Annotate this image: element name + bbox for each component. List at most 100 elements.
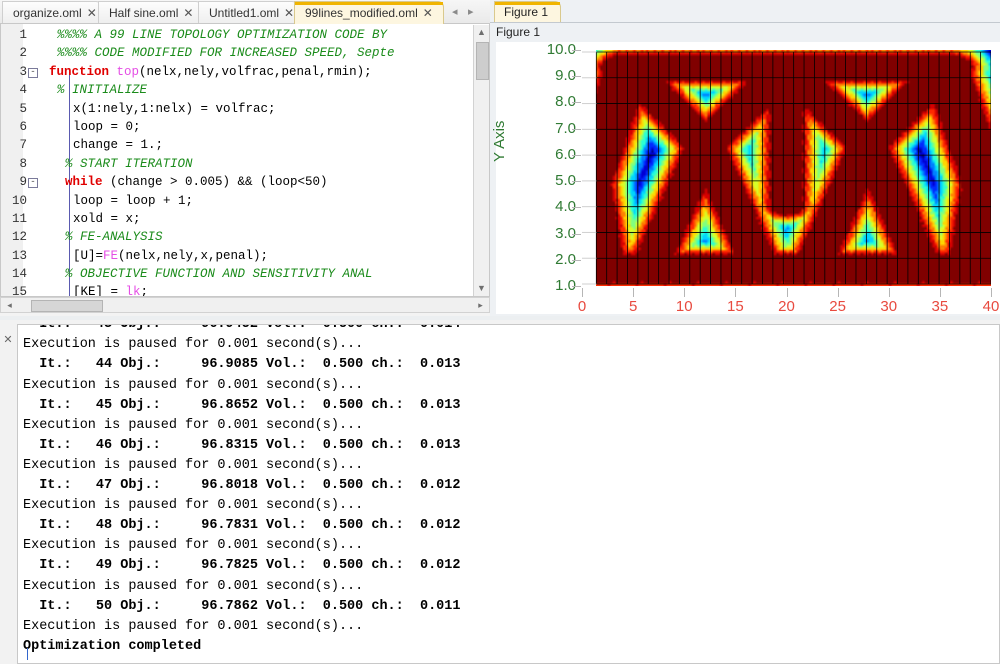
code-line[interactable]: 10 loop = loop + 1; xyxy=(1,192,471,210)
console-line: It.: 47 Obj.: 96.8018 Vol.: 0.500 ch.: 0… xyxy=(23,478,461,494)
code-line[interactable]: 13 [U]=FE(nelx,nely,x,penal); xyxy=(1,247,471,265)
code-line[interactable]: 9- while (change > 0.005) && (loop<50) xyxy=(1,173,471,191)
line-number: 10 xyxy=(11,193,27,208)
y-tick-label: 3.0 xyxy=(555,224,576,242)
code-text: [KE] = lk; xyxy=(73,283,149,297)
close-icon[interactable]: ✕ xyxy=(2,334,14,346)
y-tick-mark xyxy=(572,154,581,156)
console-line: Execution is paused for 0.001 second(s).… xyxy=(23,377,364,393)
y-tick-label: 7.0 xyxy=(555,119,576,137)
code-text: [U]=FE(nelx,nely,x,penal); xyxy=(73,247,268,265)
tab-nav-arrows[interactable]: ◂ ▸ xyxy=(448,3,486,21)
code-token: top xyxy=(116,64,140,79)
console-caret xyxy=(27,648,28,660)
code-text: % INITIALIZE xyxy=(57,81,147,99)
x-tick-label: 10 xyxy=(675,298,693,315)
console-line: Execution is paused for 0.001 second(s).… xyxy=(23,618,364,634)
code-line[interactable]: 4 % INITIALIZE xyxy=(1,81,471,99)
code-line[interactable]: 1 %%%% A 99 LINE TOPOLOGY OPTIMIZATION CO… xyxy=(1,26,471,44)
line-number: 9 xyxy=(19,175,27,190)
editor-tab-2[interactable]: Untitled1.oml ✕ xyxy=(198,1,298,24)
scroll-right-icon[interactable]: ▸ xyxy=(473,298,488,312)
code-token: loop = 0; xyxy=(73,119,141,134)
code-line[interactable]: 15 [KE] = lk; xyxy=(1,283,471,297)
console-line: Execution is paused for 0.001 second(s).… xyxy=(23,498,364,514)
code-token: % INITIALIZE xyxy=(57,83,148,98)
line-number: 11 xyxy=(11,211,27,226)
vertical-scroll-thumb[interactable] xyxy=(476,42,489,80)
close-icon[interactable]: ✕ xyxy=(87,2,97,24)
code-line[interactable]: 12 % FE-ANALYSIS xyxy=(1,228,471,246)
code-token: [KE] = xyxy=(73,285,126,297)
line-number: 7 xyxy=(19,138,27,153)
code-text: % OBJECTIVE FUNCTION AND SENSITIVITY ANA… xyxy=(65,265,373,283)
code-token: % START ITERATION xyxy=(65,156,193,171)
line-number: 3 xyxy=(19,64,27,79)
figure-pane: Figure 1 Figure 1 Y Axis 10.0 9.0 8.0 7.0 6.… xyxy=(490,0,1000,338)
tab-figure-1[interactable]: Figure 1 xyxy=(494,1,562,23)
line-number: 6 xyxy=(19,119,27,134)
fold-collapse-icon[interactable]: - xyxy=(27,173,39,191)
code-token: x(1:nely,1:nelx) = volfrac; xyxy=(73,101,276,116)
code-line[interactable]: 14 % OBJECTIVE FUNCTION AND SENSITIVITY A… xyxy=(1,265,471,283)
code-text: change = 1.; xyxy=(73,136,163,154)
code-line[interactable]: 2 %%%% CODE MODIFIED FOR INCREASED SPEED,… xyxy=(1,44,471,62)
editor-tab-label: Untitled1.oml xyxy=(209,6,280,20)
fold-box[interactable]: - xyxy=(28,178,38,189)
code-line[interactable]: 5 x(1:nely,1:nelx) = volfrac; xyxy=(1,100,471,118)
y-tick-label: 2.0 xyxy=(555,250,576,268)
code-line[interactable]: 11 xold = x; xyxy=(1,210,471,228)
x-tick-label: 40 xyxy=(982,298,1000,315)
editor-tab-label: 99lines_modified.oml xyxy=(305,6,418,20)
chevron-left-icon[interactable]: ◂ xyxy=(452,3,458,21)
code-token: function xyxy=(49,64,117,79)
code-token: change = 1.; xyxy=(73,138,164,153)
chevron-right-icon[interactable]: ▸ xyxy=(468,3,474,21)
code-editor-area[interactable]: 1 %%%% A 99 LINE TOPOLOGY OPTIMIZATION CO… xyxy=(0,24,490,297)
fold-box[interactable]: - xyxy=(28,67,38,78)
x-tick-mark xyxy=(991,288,992,297)
console-line-list: It.: 42 Obj.: 96.9901 Vol.: 0.500 ch.: 0… xyxy=(18,325,999,657)
code-token: % FE-ANALYSIS xyxy=(65,230,163,245)
axis-gridlines xyxy=(582,51,597,285)
editor-tab-3[interactable]: 99lines_modified.oml ✕ xyxy=(294,1,444,24)
console-line: Execution is paused for 0.001 second(s).… xyxy=(23,457,364,473)
editor-horizontal-scrollbar[interactable]: ◂ ▸ xyxy=(0,297,490,313)
close-icon[interactable]: ✕ xyxy=(423,2,433,24)
code-token: % OBJECTIVE FUNCTION AND SENSITIVITY ANA… xyxy=(65,267,373,282)
code-text: loop = 0; xyxy=(73,118,141,136)
editor-tab-1[interactable]: Half sine.oml ✕ xyxy=(98,1,202,24)
code-line[interactable]: 6 loop = 0; xyxy=(1,118,471,136)
console-line: It.: 46 Obj.: 96.8315 Vol.: 0.500 ch.: 0… xyxy=(23,437,461,453)
console-pane: ✕ It.: 42 Obj.: 96.9901 Vol.: 0.500 ch.:… xyxy=(0,320,1000,664)
editor-tab-0[interactable]: organize.oml ✕ xyxy=(2,1,102,24)
y-tick-label: 10.0 xyxy=(546,41,576,58)
code-text: function top(nelx,nely,volfrac,penal,rmi… xyxy=(49,63,372,81)
close-icon[interactable]: ✕ xyxy=(183,2,193,24)
console-output[interactable]: It.: 42 Obj.: 96.9901 Vol.: 0.500 ch.: 0… xyxy=(17,324,1000,664)
code-text: % FE-ANALYSIS xyxy=(65,228,163,246)
code-line[interactable]: 3- function top(nelx,nely,volfrac,penal,r… xyxy=(1,63,471,81)
code-editor-pane: organize.oml ✕ Half sine.oml ✕ Untitled1.oml… xyxy=(0,0,490,320)
code-text: while (change > 0.005) && (loop<50) xyxy=(65,173,328,191)
console-line: Execution is paused for 0.001 second(s).… xyxy=(23,578,364,594)
line-number: 8 xyxy=(19,156,27,171)
code-token: ; xyxy=(140,285,149,297)
close-icon[interactable]: ✕ xyxy=(284,2,294,24)
y-tick-mark xyxy=(572,102,581,104)
code-line[interactable]: 7 change = 1.; xyxy=(1,136,471,154)
y-tick-mark xyxy=(572,128,581,130)
scroll-down-icon[interactable]: ▼ xyxy=(474,281,489,296)
code-token: (nelx,nely,volfrac,penal,rmin); xyxy=(139,64,372,79)
code-lines[interactable]: 1 %%%% A 99 LINE TOPOLOGY OPTIMIZATION CO… xyxy=(1,26,471,297)
x-tick-mark xyxy=(735,288,737,297)
code-line[interactable]: 8 % START ITERATION xyxy=(1,155,471,173)
scroll-up-icon[interactable]: ▲ xyxy=(474,25,489,40)
console-line: Execution is paused for 0.001 second(s).… xyxy=(23,538,364,554)
editor-vertical-scrollbar[interactable]: ▲ ▼ xyxy=(473,25,489,296)
horizontal-scroll-thumb[interactable] xyxy=(31,300,103,312)
scroll-left-icon[interactable]: ◂ xyxy=(2,298,17,312)
x-tick-label: 15 xyxy=(727,298,744,315)
fold-collapse-icon[interactable]: - xyxy=(27,63,39,81)
y-tick-label: 9.0 xyxy=(555,67,576,85)
